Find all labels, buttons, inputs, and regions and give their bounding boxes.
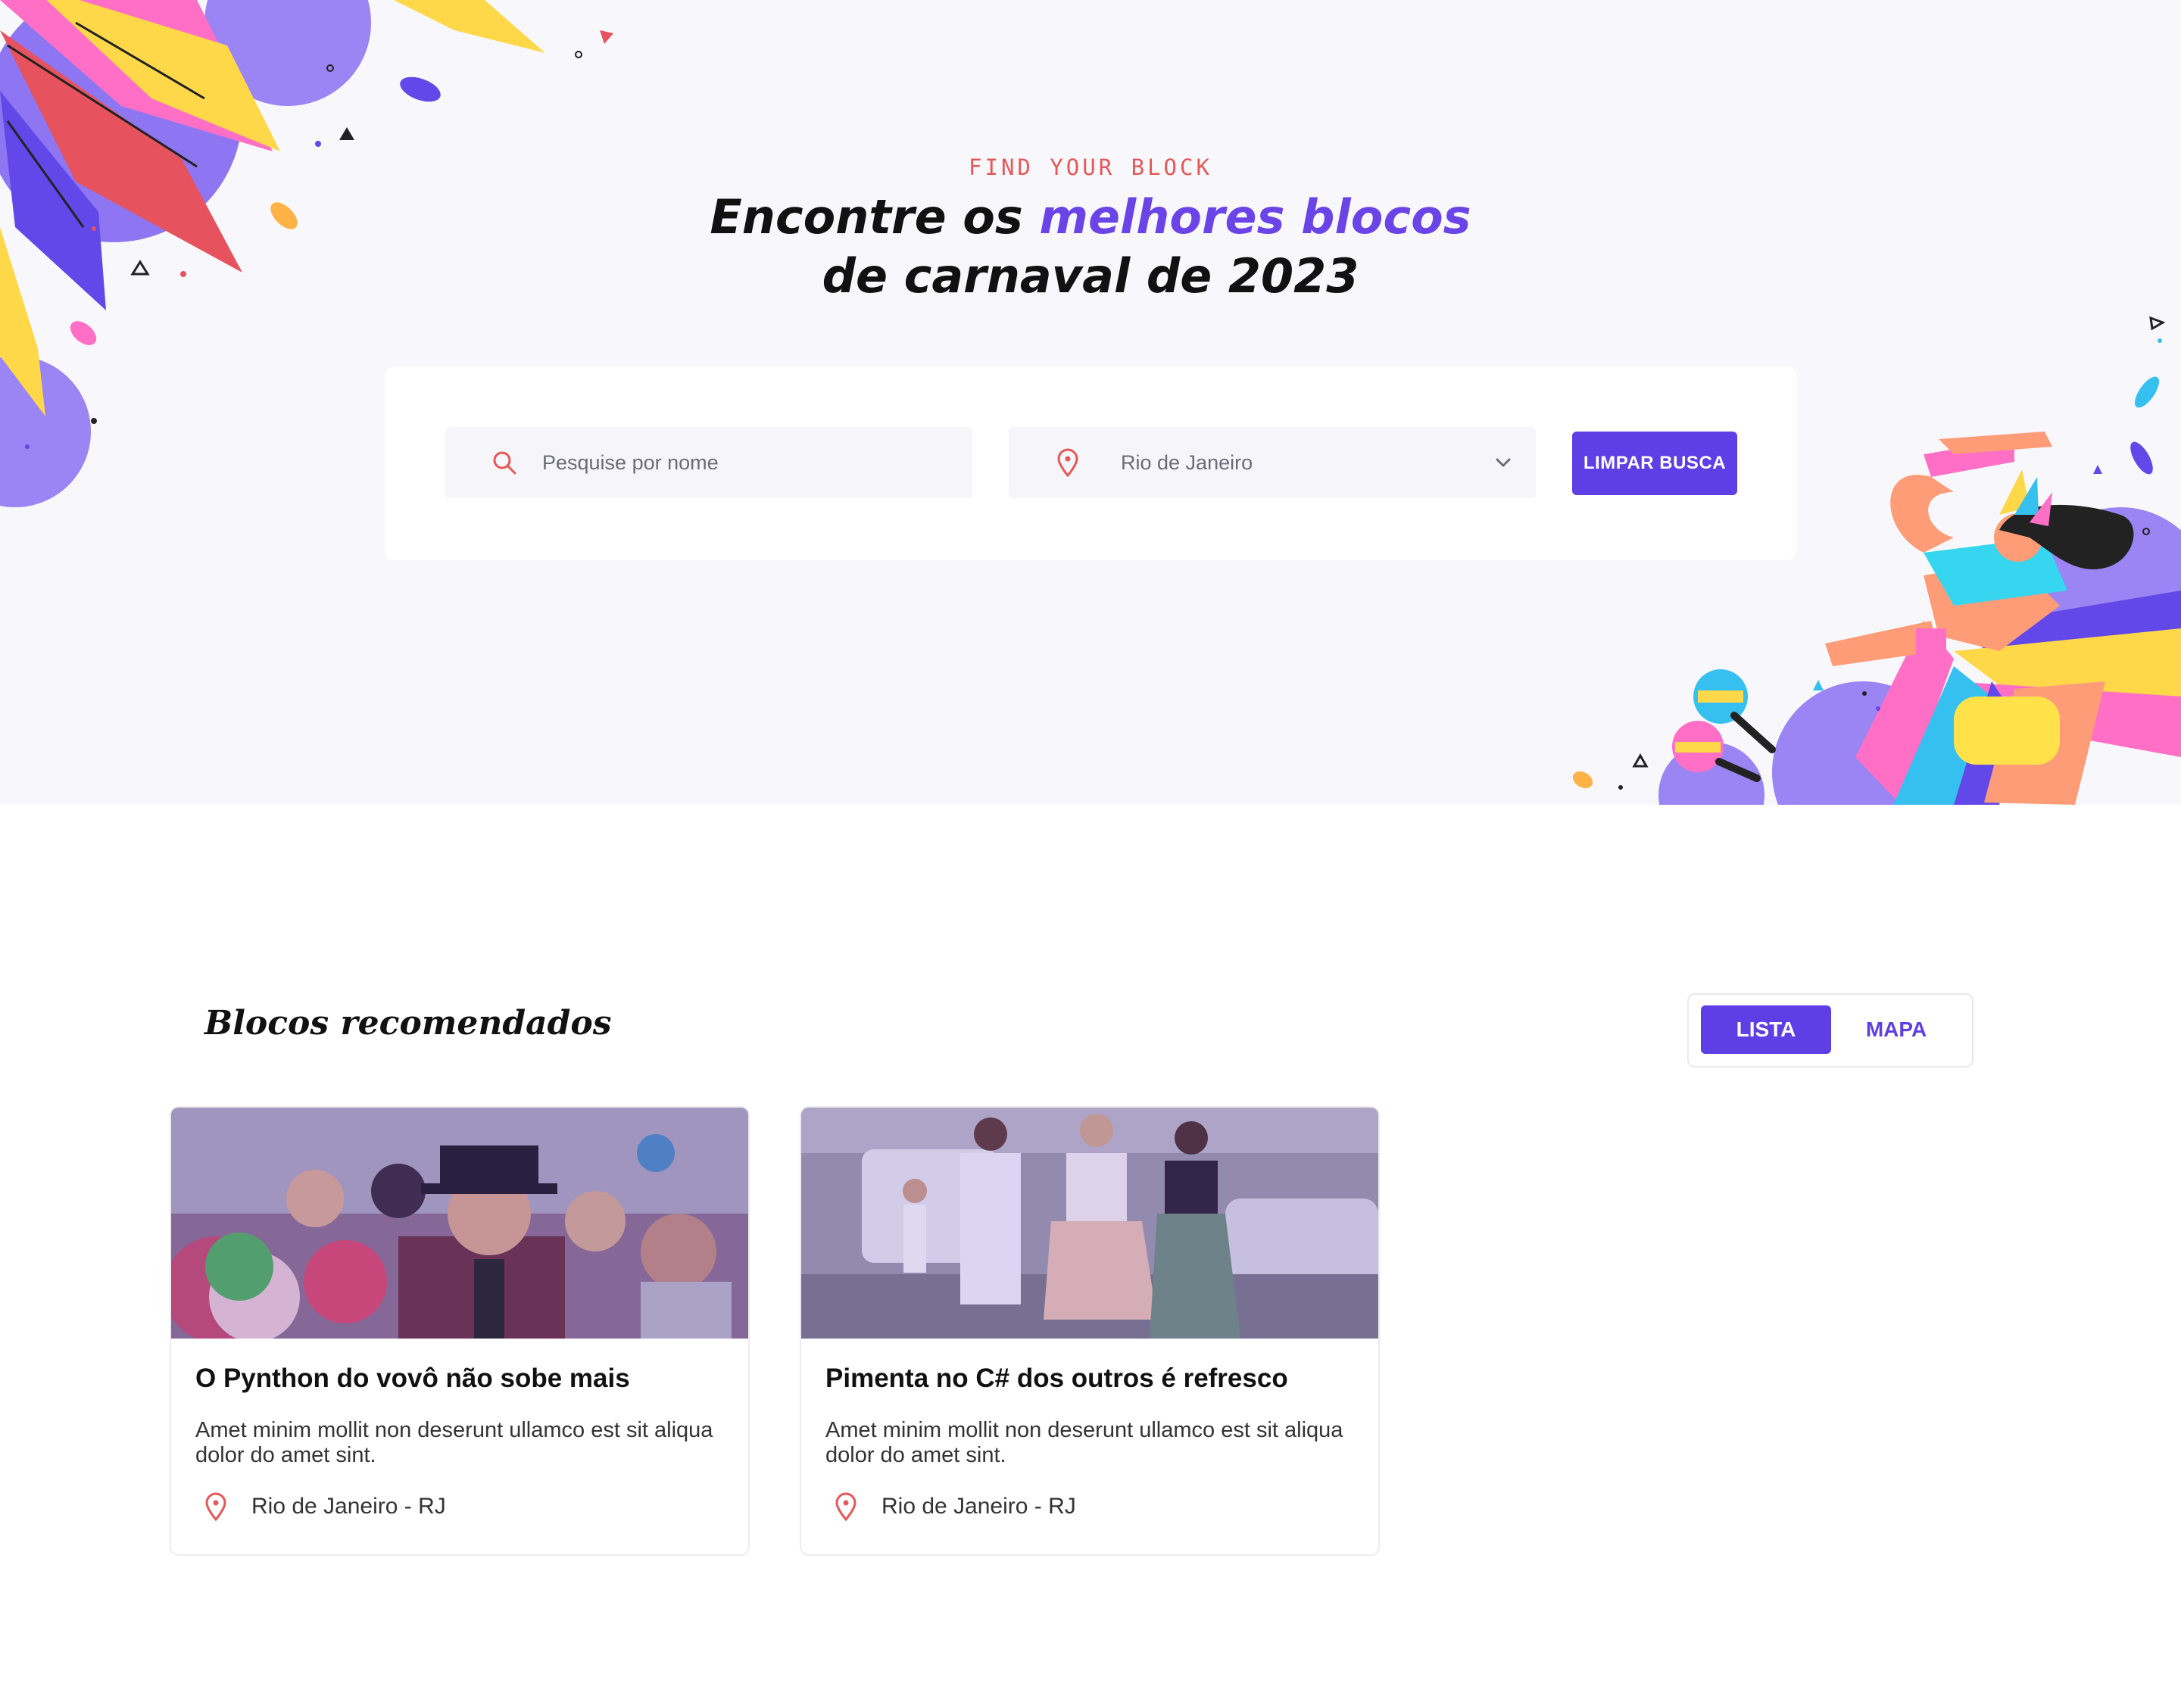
block-card[interactable]: O Pynthon do vovô não sobe mais Amet min… [170,1106,750,1556]
clear-search-button[interactable]: LIMPAR BUSCA [1572,432,1737,495]
city-select[interactable]: Rio de Janeiro [1009,427,1536,498]
block-card-location-text: Rio de Janeiro - RJ [881,1494,1076,1519]
hero-title-line1: Encontre os melhores blocos [0,188,2181,247]
block-card-location: Rio de Janeiro - RJ [203,1492,446,1521]
search-input[interactable]: Pesquise por nome [445,427,972,498]
search-icon [488,446,521,479]
view-toggle-map[interactable]: MAPA [1831,1005,1961,1054]
hero-eyebrow: FIND YOUR BLOCK [969,154,1212,180]
hero-title-line2: de carnaval de 2023 [822,248,1359,304]
block-card-location-text: Rio de Janeiro - RJ [251,1494,446,1519]
block-photo [801,1108,1378,1339]
recommended-title: Blocos recomendados [204,1004,612,1043]
city-select-value: Rio de Janeiro [1121,450,1253,474]
map-pin-icon [205,1492,226,1521]
block-card-location: Rio de Janeiro - RJ [833,1492,1076,1521]
hero-section: FIND YOUR BLOCK Encontre os melhores blo… [0,0,2181,805]
hero-title-accent: melhores blocos [1039,189,1471,245]
block-card[interactable]: Pimenta no C# dos outros é refresco Amet… [800,1106,1380,1556]
hero-title-part1: Encontre os [710,189,1040,245]
view-toggle: LISTA MAPA [1687,993,1974,1068]
search-placeholder: Pesquise por nome [542,450,719,474]
map-pin-icon [835,1492,856,1521]
map-pin-icon [1051,446,1084,479]
block-card-description: Amet minim mollit non deserunt ullamco e… [825,1418,1343,1467]
search-panel: Pesquise por nome Rio de Janeiro LIMPAR … [385,366,1796,560]
hero-title: Encontre os melhores blocos de carnaval … [0,188,2181,306]
view-toggle-list[interactable]: LISTA [1701,1005,1831,1054]
block-card-description: Amet minim mollit non deserunt ullamco e… [195,1418,713,1467]
block-card-title[interactable]: Pimenta no C# dos outros é refresco [825,1364,1288,1394]
block-photo [171,1108,748,1339]
chevron-down-icon[interactable] [1492,451,1515,474]
block-card-title[interactable]: O Pynthon do vovô não sobe mais [195,1364,630,1394]
